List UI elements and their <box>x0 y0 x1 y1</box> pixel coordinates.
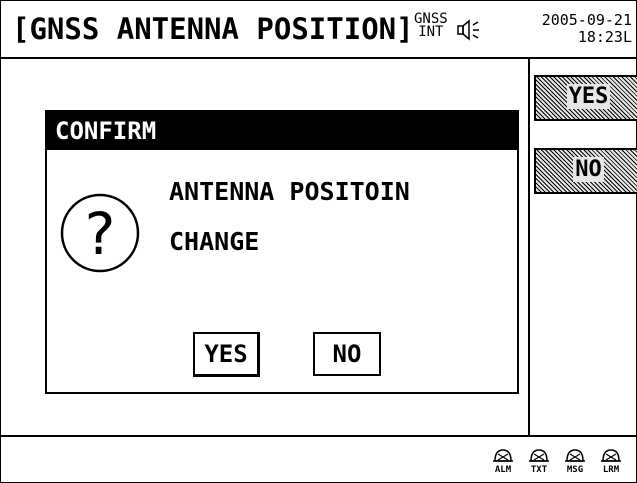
dialog-no-button[interactable]: NO <box>313 332 381 376</box>
indicator-msg[interactable]: MSG <box>560 447 590 475</box>
datetime: 2005-09-21 18:23L <box>496 12 632 46</box>
status-bar-divider <box>0 435 637 437</box>
bell-icon <box>601 449 621 462</box>
speaker-icon[interactable] <box>456 19 482 41</box>
bell-icon <box>529 449 549 462</box>
confirm-dialog: CONFIRM ? ANTENNA POSITOIN CHANGE YES NO <box>45 110 519 394</box>
bell-icon <box>565 449 585 462</box>
dialog-title: CONFIRM <box>47 112 517 150</box>
gnss-int-label: INT <box>418 24 444 40</box>
indicator-alm[interactable]: ALM <box>488 447 518 475</box>
side-no-button[interactable]: NO <box>534 148 637 194</box>
indicator-label: ALM <box>494 465 512 475</box>
indicator-label: LRM <box>602 465 620 475</box>
dialog-yes-button[interactable]: YES <box>193 332 260 377</box>
side-no-label: NO <box>573 157 604 182</box>
dialog-message-line1: ANTENNA POSITOIN <box>169 177 410 206</box>
indicator-label: TXT <box>530 465 548 475</box>
side-yes-button[interactable]: YES <box>534 75 637 121</box>
time-label: 18:23L <box>577 28 632 46</box>
gnss-status: GNSS INT <box>414 12 448 40</box>
bell-icon <box>493 449 513 462</box>
svg-text:?: ? <box>85 200 116 268</box>
indicator-lrm[interactable]: LRM <box>596 447 626 475</box>
page-title: [GNSS ANTENNA POSITION] <box>12 12 414 46</box>
header-bar: [GNSS ANTENNA POSITION] GNSS INT 2005-09… <box>0 0 637 59</box>
side-yes-label: YES <box>566 84 611 109</box>
question-icon: ? <box>60 193 140 273</box>
date-label: 2005-09-21 <box>541 11 632 29</box>
right-panel-divider <box>528 57 530 435</box>
indicator-label: MSG <box>566 465 584 475</box>
indicator-txt[interactable]: TXT <box>524 447 554 475</box>
dialog-message-line2: CHANGE <box>169 227 260 256</box>
